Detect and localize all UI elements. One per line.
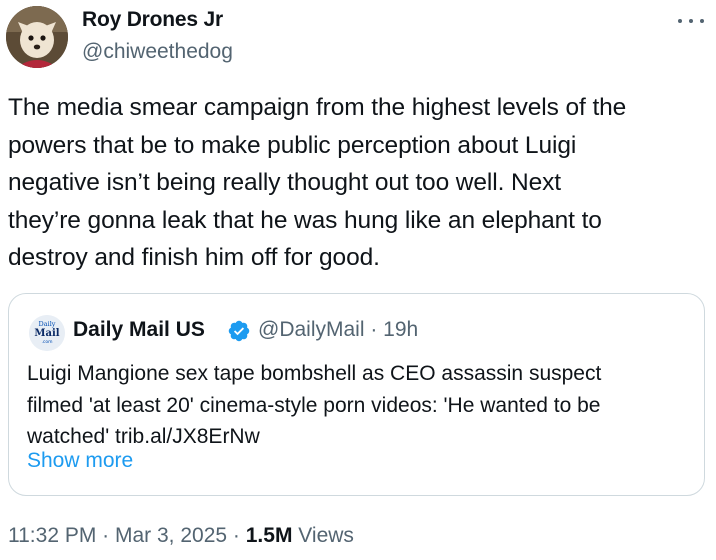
author-handle[interactable]: @chiweethedog [82,40,233,64]
logo-text-com: .com [41,340,52,345]
tweet-text: The media smear campaign from the highes… [8,94,627,272]
tweet-date[interactable]: Mar 3, 2025 [115,524,227,547]
views-count: 1.5M [245,524,293,547]
logo-text-daily: Daily [39,320,56,328]
verified-badge-icon [228,320,250,342]
more-options-button[interactable] [678,14,704,28]
quoted-author-name[interactable]: Daily Mail US [73,318,205,342]
quoted-handle-time[interactable]: @DailyMail · 19h [258,318,418,342]
meta-separator: · [227,524,246,547]
show-more-link[interactable]: Show more [27,449,133,473]
ellipsis-icon [678,19,682,23]
quoted-tweet[interactable]: Daily Mail .com Daily Mail US @DailyMail… [8,293,705,496]
daily-mail-logo: Daily Mail .com [29,315,65,351]
daily-mail-logo-icon: Daily Mail .com [29,315,65,351]
author-name[interactable]: Roy Drones Jr [82,8,223,32]
tweet-time[interactable]: 11:32 PM [8,524,96,547]
dog-avatar-image [6,6,68,68]
meta-separator: · [96,524,115,547]
avatar[interactable] [6,6,68,68]
views-label: Views [292,524,354,547]
ellipsis-icon [689,19,693,23]
logo-text-mail: Mail [34,328,59,339]
tweet-metadata: 11:32 PM · Mar 3, 2025 · 1.5M Views [8,524,354,548]
ellipsis-icon [700,19,704,23]
quoted-tweet-text: Luigi Mangione sex tape bombshell as CEO… [27,362,602,448]
